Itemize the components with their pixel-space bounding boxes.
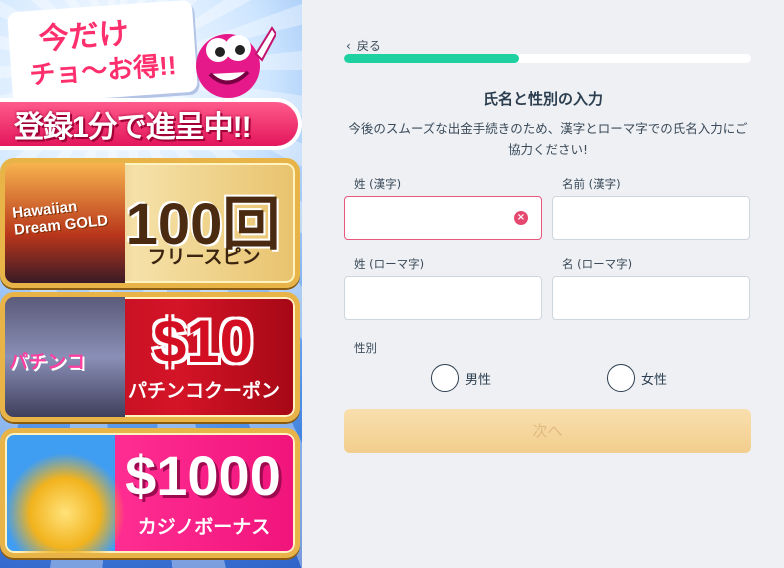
promo-tagline-text: 登録1分で進呈中!! [14, 111, 252, 144]
gender-radio-female[interactable]: 女性 [607, 364, 667, 392]
last-name-kanji-label: 姓 (漢字) [354, 177, 402, 191]
last-name-roman-input[interactable] [344, 276, 542, 320]
pachinko-machine-image: パチンコ [5, 297, 125, 417]
offer-amount: $1000 [125, 444, 281, 507]
registration-form-panel: ‹ 戻る 氏名と性別の入力 今後のスムーズな出金手続きのため、漢字とローマ字での… [302, 0, 784, 568]
first-name-kanji-label: 名前 (漢字) [562, 177, 621, 191]
progress-bar-fill [344, 54, 519, 63]
last-name-roman-label: 姓 (ローマ字) [354, 257, 425, 271]
radio-circle-icon [607, 364, 635, 392]
form-description: 今後のスムーズな出金手続きのため、漢字とローマ字での氏名入力にご協力ください! [348, 121, 748, 157]
chevron-left-icon: ‹ [346, 38, 351, 53]
offer-card-pachinko[interactable]: パチンコ $10 パチンコクーポン [0, 292, 300, 422]
radio-circle-icon [431, 364, 459, 392]
gender-male-label: 男性 [465, 372, 492, 388]
form-title: 氏名と性別の入力 [482, 90, 603, 108]
progress-bar [344, 54, 751, 63]
back-button[interactable]: ‹ 戻る [346, 37, 381, 54]
first-name-roman-label: 名 (ローマ字) [562, 257, 633, 271]
offer-caption: フリースピン [147, 247, 261, 268]
clear-error-icon[interactable]: × [514, 211, 528, 225]
gender-label: 性別 [354, 341, 377, 355]
gender-female-label: 女性 [641, 372, 668, 388]
offer-card-casino-bonus[interactable]: $1000 カジノボーナス [0, 428, 300, 558]
game-logo-text: Hawaiian Dream GOLD [11, 198, 109, 239]
promo-tagline: 登録1分で進呈中!! [0, 98, 302, 150]
offer-card-freespin[interactable]: Hawaiian Dream GOLD 100回 フリースピン [0, 158, 300, 288]
promo-headline: 今だけ チョ〜お得!! [7, 0, 198, 105]
next-button[interactable]: 次へ [344, 409, 751, 453]
offer-caption: パチンコクーポン [127, 381, 280, 402]
offer-amount: $10 [152, 308, 254, 375]
gold-coins-image [5, 433, 125, 553]
hawaiian-dream-logo: Hawaiian Dream GOLD [5, 163, 125, 283]
first-name-kanji-input[interactable] [552, 196, 750, 240]
promo-banner: 今だけ チョ〜お得!! 登録1分で進呈中!! Hawaiian Dream GO… [0, 0, 302, 568]
offer-caption: カジノボーナス [137, 517, 271, 538]
last-name-kanji-input[interactable] [344, 196, 542, 240]
mascot-icon [196, 26, 276, 98]
first-name-roman-input[interactable] [552, 276, 750, 320]
back-label: 戻る [356, 39, 381, 53]
game-logo-text: パチンコ [9, 352, 86, 373]
gender-radio-male[interactable]: 男性 [431, 364, 491, 392]
